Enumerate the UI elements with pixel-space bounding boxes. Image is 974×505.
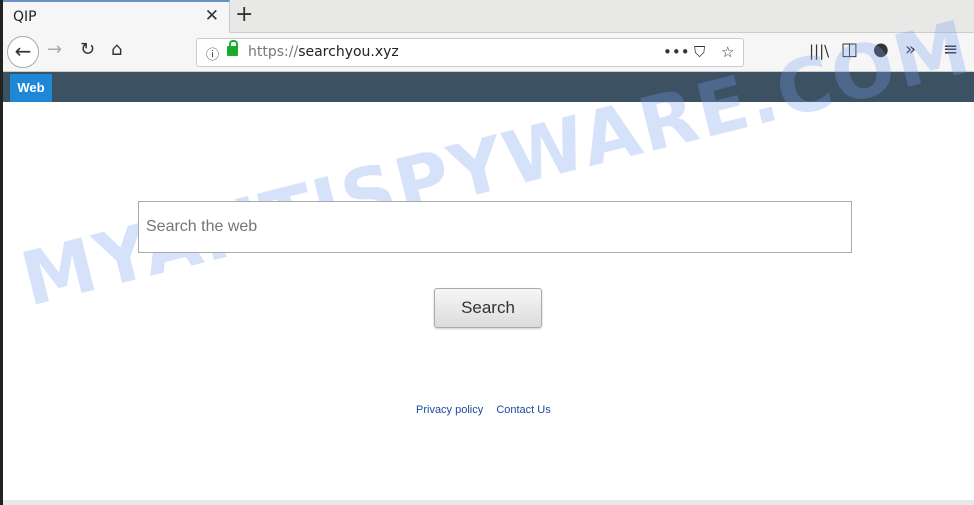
home-icon[interactable]: ⌂ [111, 39, 122, 60]
pocket-icon[interactable]: ⛉ [694, 43, 705, 61]
site-nav: Web [3, 72, 974, 102]
close-tab-icon[interactable]: ✕ [205, 6, 219, 26]
new-tab-icon[interactable]: + [235, 2, 253, 27]
reload-icon[interactable]: ↻ [80, 39, 95, 60]
bookmark-star-icon[interactable]: ☆ [721, 43, 734, 61]
library-icon[interactable]: |||\ [809, 42, 829, 60]
bottom-border [3, 500, 974, 505]
address-bar[interactable]: ⓘ https://searchyou.xyz ••• ⛉ ☆ [196, 38, 744, 67]
url-text[interactable]: https://searchyou.xyz [248, 44, 399, 60]
search-input[interactable] [138, 201, 852, 253]
sidebar-icon[interactable]: ◫ [841, 39, 858, 60]
menu-icon[interactable]: ≡ [943, 39, 958, 60]
browser-tab[interactable]: QIP ✕ [3, 0, 230, 34]
contact-us-link[interactable]: Contact Us [496, 404, 550, 416]
lock-icon [227, 40, 238, 56]
back-icon[interactable]: ← [7, 36, 39, 68]
tab-title: QIP [13, 9, 37, 25]
nav-toolbar: ← → ↻ ⌂ ⓘ https://searchyou.xyz ••• ⛉ ☆ … [3, 33, 974, 72]
url-scheme: https:// [248, 44, 299, 60]
account-icon[interactable]: ● [873, 39, 889, 60]
web-tab[interactable]: Web [10, 74, 52, 102]
url-host: searchyou.xyz [298, 44, 399, 60]
page-actions-icon[interactable]: ••• [663, 43, 690, 61]
tab-strip: QIP ✕ + [3, 0, 974, 34]
info-icon[interactable]: ⓘ [206, 44, 219, 63]
overflow-icon[interactable]: » [905, 39, 916, 60]
search-button[interactable]: Search [434, 288, 542, 328]
footer-links: Privacy policy Contact Us [416, 404, 561, 416]
forward-icon[interactable]: → [47, 39, 62, 60]
privacy-policy-link[interactable]: Privacy policy [416, 404, 483, 416]
